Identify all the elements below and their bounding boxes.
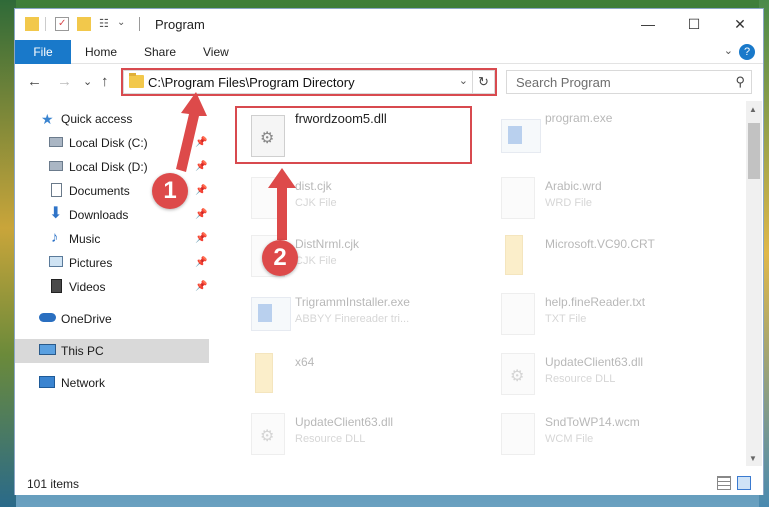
step-badge-2: 2	[262, 240, 298, 276]
arrow-1	[176, 92, 207, 172]
arrow-2	[268, 168, 296, 240]
step-badge-1: 1	[152, 173, 188, 209]
annotation-arrows	[176, 92, 296, 240]
